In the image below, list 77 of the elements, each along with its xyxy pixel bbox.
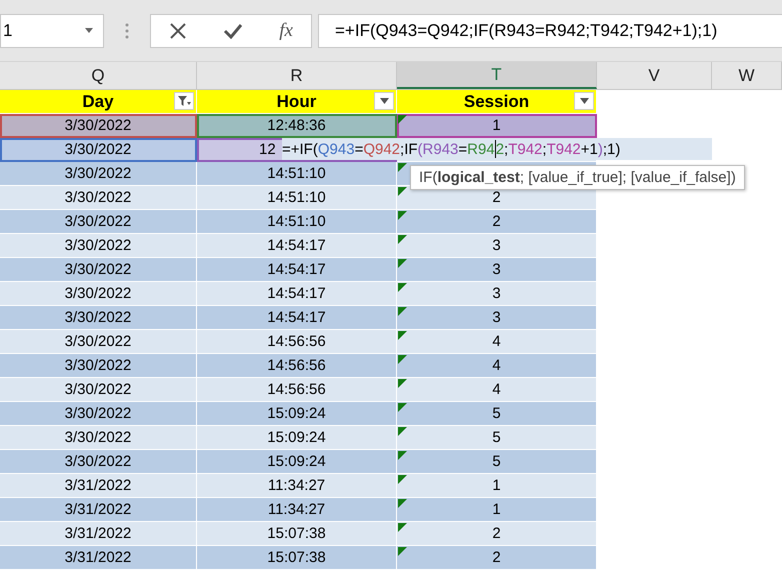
table-cell: 1 xyxy=(397,474,597,498)
table-cell: 2 xyxy=(397,546,597,570)
table-cell: 3/31/2022 xyxy=(0,498,197,522)
table-cell: 4 xyxy=(397,354,597,378)
table-cell: 14:54:17 xyxy=(197,234,397,258)
table-cell: 15:07:38 xyxy=(197,522,397,546)
table-cell: 4 xyxy=(397,330,597,354)
table-cell: 14:56:56 xyxy=(197,354,397,378)
column-header[interactable]: V xyxy=(597,62,712,89)
table-cell: 3/30/2022 xyxy=(0,402,197,426)
cancel-icon[interactable] xyxy=(169,22,188,40)
table-cell: 3/31/2022 xyxy=(0,546,197,570)
table-cell: 1 xyxy=(397,498,597,522)
table-cell: 14:54:17 xyxy=(197,282,397,306)
table-cell: 12:48:36 xyxy=(197,114,397,138)
table-cell: 14:51:10 xyxy=(197,162,397,186)
table-cell: 3/30/2022 xyxy=(0,162,197,186)
table-cell: 3/30/2022 xyxy=(0,186,197,210)
dropdown-caret-icon[interactable] xyxy=(85,28,93,33)
table-cell: 3/31/2022 xyxy=(0,474,197,498)
name-box-value: 1 xyxy=(3,20,12,40)
table-cell: 3 xyxy=(397,234,597,258)
table-cell: 4 xyxy=(397,378,597,402)
grip-handle-icon[interactable] xyxy=(125,22,129,38)
dropdown-caret-icon xyxy=(380,98,388,104)
table-cell: 5 xyxy=(397,402,597,426)
table-cell: 14:51:10 xyxy=(197,186,397,210)
table-cell: 3/30/2022 xyxy=(0,114,197,138)
table-cell: 5 xyxy=(397,426,597,450)
header-label: Day xyxy=(82,92,114,112)
table-cell: 3/30/2022 xyxy=(0,354,197,378)
table-cell: 14:54:17 xyxy=(197,306,397,330)
filter-button[interactable] xyxy=(374,92,394,110)
table-cell: 15:07:38 xyxy=(197,546,397,570)
dropdown-caret-icon xyxy=(580,98,588,104)
table-cell: 14:56:56 xyxy=(197,378,397,402)
table-cell: 3/30/2022 xyxy=(0,426,197,450)
table-cell: 5 xyxy=(397,450,597,474)
filter-button[interactable] xyxy=(574,92,594,110)
table-cell: 15:09:24 xyxy=(197,450,397,474)
column-header[interactable]: T xyxy=(397,62,597,89)
table-cell: 11:34:27 xyxy=(197,474,397,498)
column-header[interactable]: W xyxy=(712,62,782,89)
table-cell: 3/30/2022 xyxy=(0,378,197,402)
table-cell: 2 xyxy=(397,522,597,546)
header-label: Session xyxy=(464,92,530,112)
table-cell: 14:56:56 xyxy=(197,330,397,354)
name-box[interactable]: 1 xyxy=(0,14,104,48)
header-label: Hour xyxy=(276,92,316,112)
cell-editor[interactable]: =+IF(Q943=Q942;IF(R943=R942;T942;T942+1);1) xyxy=(282,138,712,160)
filter-button[interactable] xyxy=(174,92,194,110)
table-cell: 1 xyxy=(397,114,597,138)
table-cell: 14:51:10 xyxy=(197,210,397,234)
filter-icon xyxy=(178,96,190,106)
table-cell: 15:09:24 xyxy=(197,402,397,426)
table-cell: 3/31/2022 xyxy=(0,522,197,546)
table-cell: 14:54:17 xyxy=(197,258,397,282)
table-cell: 3/30/2022 xyxy=(0,450,197,474)
table-cell: 3 xyxy=(397,258,597,282)
table-cell: 3/30/2022 xyxy=(0,330,197,354)
function-tooltip: IF(logical_test; [value_if_true]; [value_if_false]) xyxy=(410,165,745,190)
table-cell: 3 xyxy=(397,306,597,330)
formula-bar[interactable]: =+IF(Q943=Q942;IF(R943=R942;T942;T942+1);1) xyxy=(318,14,782,48)
table-cell: 3/30/2022 xyxy=(0,282,197,306)
table-cell: 3/30/2022 xyxy=(0,258,197,282)
column-header[interactable]: Q xyxy=(0,62,197,89)
table-cell: 3/30/2022 xyxy=(0,306,197,330)
table-cell: 2 xyxy=(397,210,597,234)
checkmark-icon[interactable] xyxy=(223,22,244,38)
table-cell: 11:34:27 xyxy=(197,498,397,522)
text-caret xyxy=(494,140,496,158)
table-cell: 3/30/2022 xyxy=(0,210,197,234)
table-cell: 3/30/2022 xyxy=(0,234,197,258)
table-cell: 3/30/2022 xyxy=(0,138,197,162)
insert-function-button[interactable]: fx xyxy=(279,20,293,42)
table-cell: 3 xyxy=(397,282,597,306)
table-cell: 15:09:24 xyxy=(197,426,397,450)
